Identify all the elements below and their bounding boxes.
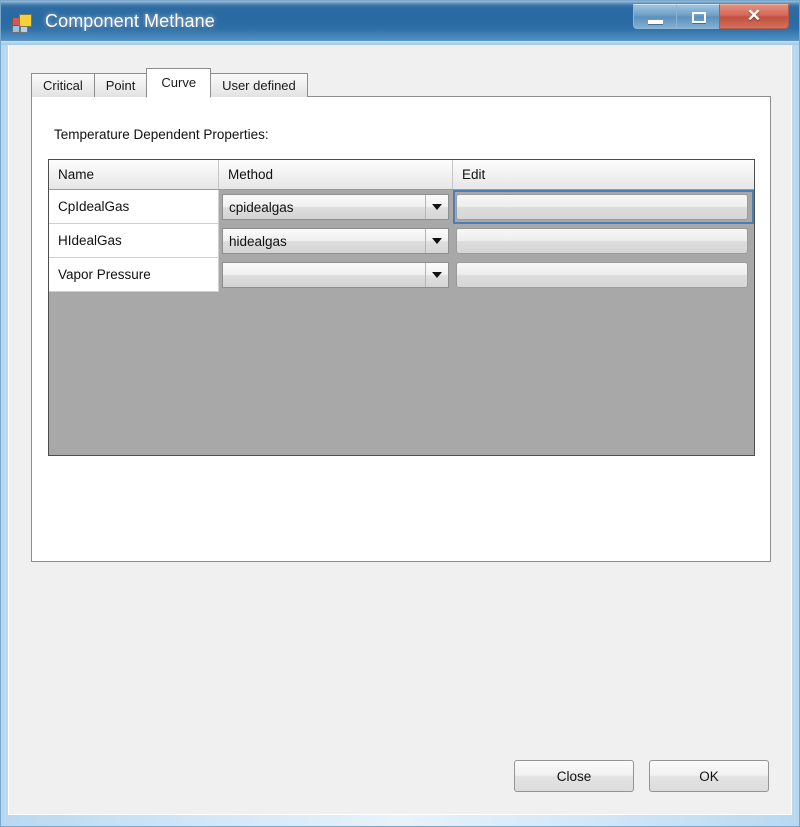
grid-cell-edit[interactable] xyxy=(453,190,754,224)
close-icon: ✕ xyxy=(746,5,762,25)
window-title: Component Methane xyxy=(45,11,215,31)
method-dropdown[interactable]: hidealgas xyxy=(222,228,449,254)
close-button[interactable]: Close xyxy=(514,760,634,792)
tab-point[interactable]: Point xyxy=(93,73,148,97)
edit-button[interactable] xyxy=(456,194,748,220)
table-row[interactable]: Vapor Pressure xyxy=(49,258,754,292)
chevron-down-icon[interactable] xyxy=(425,195,448,219)
method-dropdown-value: hidealgas xyxy=(229,233,287,249)
section-label-temperature-dependent-properties: Temperature Dependent Properties: xyxy=(54,127,269,142)
method-dropdown[interactable]: cpidealgas xyxy=(222,194,449,220)
grid-cell-name[interactable]: CpIdealGas xyxy=(49,190,219,224)
grid-cell-method[interactable]: cpidealgas xyxy=(219,190,453,224)
grid-cell-edit[interactable] xyxy=(453,258,754,292)
chevron-down-icon[interactable] xyxy=(425,263,448,287)
properties-grid[interactable]: Name Method Edit CpIdealGas cpidealgas H… xyxy=(48,159,755,456)
close-window-button[interactable]: ✕ xyxy=(719,4,789,29)
minimize-button[interactable] xyxy=(633,4,677,29)
grid-cell-edit[interactable] xyxy=(453,224,754,258)
dialog-client-area: Critical Point Curve User defined Temper… xyxy=(8,45,792,815)
tab-strip: Critical Point Curve User defined xyxy=(31,68,308,98)
tab-page-curve: Temperature Dependent Properties: Name M… xyxy=(31,96,771,562)
tab-curve[interactable]: Curve xyxy=(146,68,212,98)
tab-control: Critical Point Curve User defined Temper… xyxy=(31,68,771,562)
maximize-icon xyxy=(692,12,706,23)
maximize-button[interactable] xyxy=(676,4,720,29)
table-row[interactable]: CpIdealGas cpidealgas xyxy=(49,190,754,224)
chevron-down-icon[interactable] xyxy=(425,229,448,253)
window-controls: ✕ xyxy=(633,4,789,32)
grid-header-row: Name Method Edit xyxy=(49,160,754,190)
edit-button[interactable] xyxy=(456,262,748,288)
grid-cell-name[interactable]: Vapor Pressure xyxy=(49,258,219,292)
minimize-icon xyxy=(648,20,663,24)
grid-cell-method[interactable] xyxy=(219,258,453,292)
table-row[interactable]: HIdealGas hidealgas xyxy=(49,224,754,258)
edit-button[interactable] xyxy=(456,228,748,254)
method-dropdown-value: cpidealgas xyxy=(229,199,294,215)
grid-cell-name[interactable]: HIdealGas xyxy=(49,224,219,258)
grid-cell-method[interactable]: hidealgas xyxy=(219,224,453,258)
application-window: Component Methane ✕ Critical Point Curve… xyxy=(0,0,800,827)
ok-button[interactable]: OK xyxy=(649,760,769,792)
title-bar[interactable]: Component Methane ✕ xyxy=(1,1,799,45)
tab-critical[interactable]: Critical xyxy=(31,73,95,97)
method-dropdown-value xyxy=(223,263,425,287)
tab-user-defined[interactable]: User defined xyxy=(210,73,308,97)
app-squares-icon xyxy=(12,14,32,34)
method-dropdown[interactable] xyxy=(222,262,449,288)
grid-column-header-edit[interactable]: Edit xyxy=(453,160,754,189)
grid-column-header-method[interactable]: Method xyxy=(219,160,453,189)
grid-column-header-name[interactable]: Name xyxy=(49,160,219,189)
dialog-button-bar: Close OK xyxy=(514,760,769,792)
